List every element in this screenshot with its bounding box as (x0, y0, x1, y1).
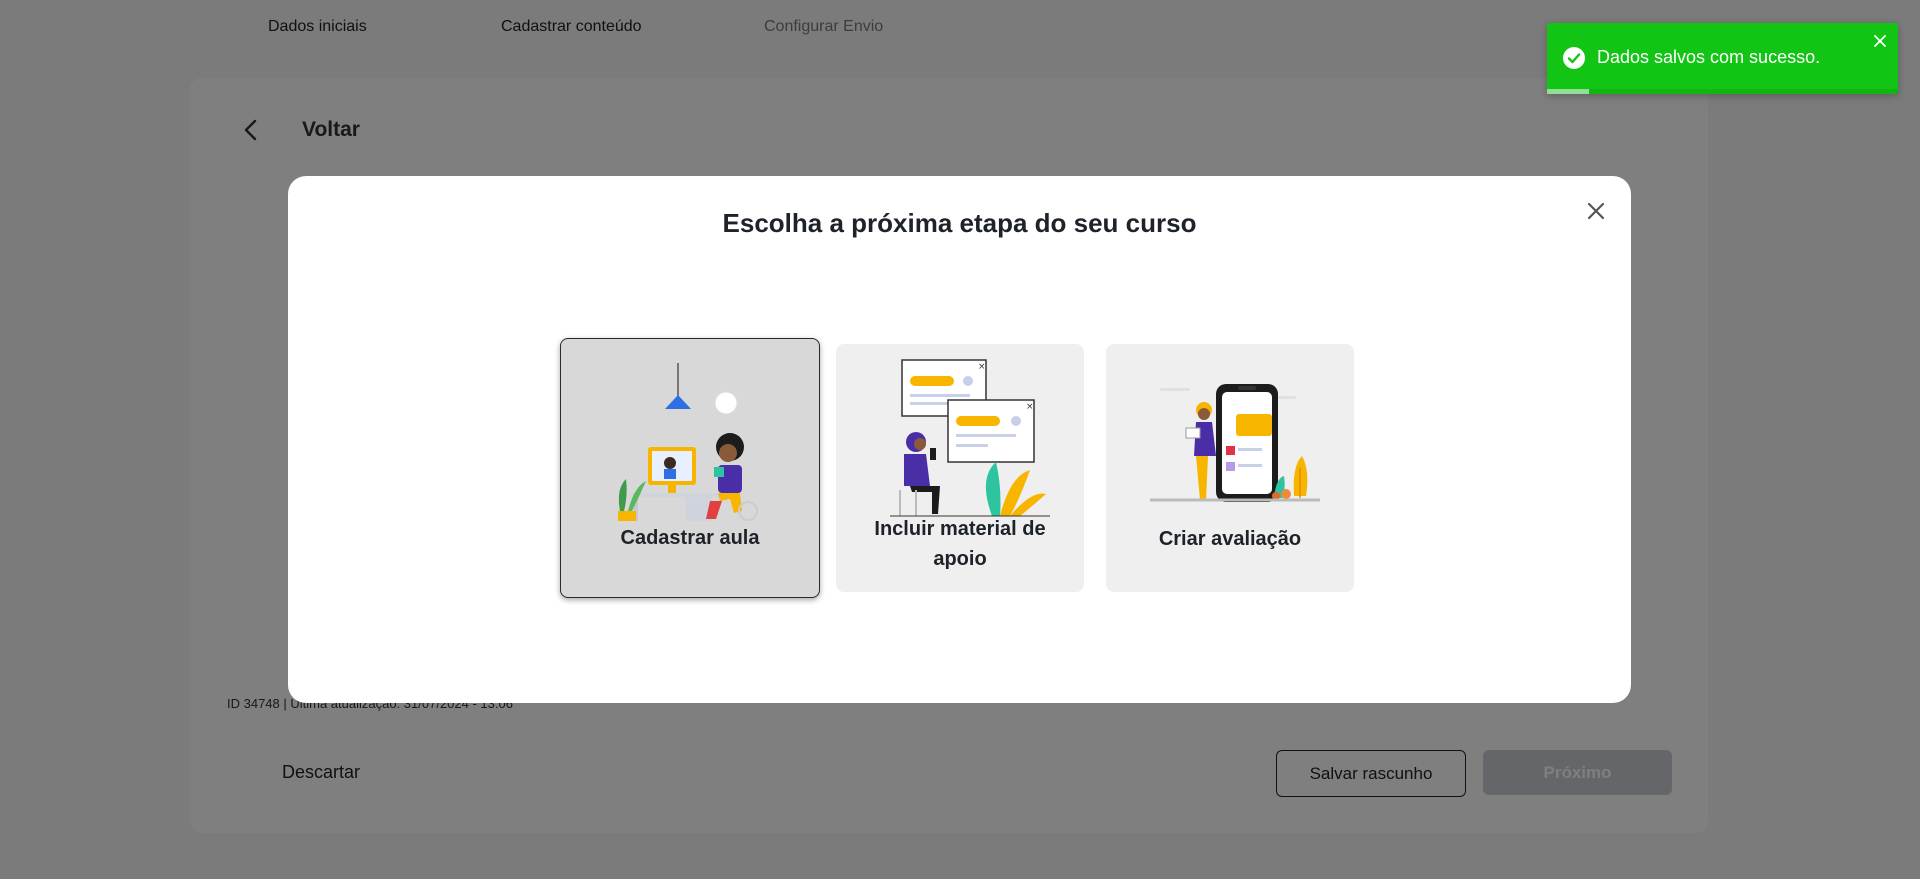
support-material-illustration-icon: × × (890, 359, 1050, 517)
option-cadastrar-aula[interactable]: Cadastrar aula (560, 338, 820, 598)
next-step-modal: Escolha a próxima etapa do seu curso Cad… (288, 176, 1631, 703)
option-incluir-material[interactable]: × × Incluir material de apoio (836, 344, 1084, 592)
check-circle-icon (1563, 47, 1585, 69)
assessment-illustration-icon (1150, 384, 1320, 502)
step-options: Cadastrar aula × × Incluir material de a… (288, 338, 1631, 600)
success-toast: Dados salvos com sucesso. (1547, 23, 1898, 94)
svg-text:×: × (978, 362, 986, 372)
classroom-illustration-icon (618, 363, 758, 521)
option-criar-avaliacao[interactable]: Criar avaliação (1106, 344, 1354, 592)
option-label: Criar avaliação (1158, 528, 1302, 550)
svg-text:×: × (1026, 402, 1034, 412)
toast-progress (1547, 89, 1898, 94)
toast-progress-fill (1547, 89, 1590, 94)
toast-message: Dados salvos com sucesso. (1597, 47, 1821, 67)
close-icon[interactable] (1581, 196, 1611, 226)
toast-close-icon[interactable] (1872, 33, 1888, 49)
option-label: Incluir material de apoio (874, 518, 1046, 570)
option-label: Cadastrar aula (620, 527, 760, 549)
modal-title: Escolha a próxima etapa do seu curso (722, 208, 1197, 238)
